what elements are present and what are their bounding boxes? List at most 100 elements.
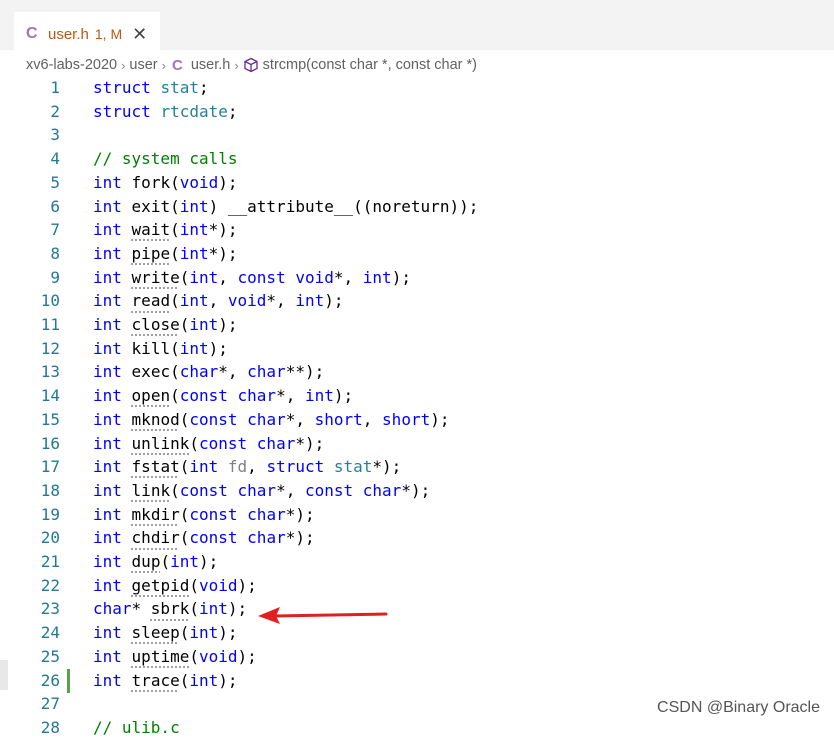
line-code: int dup(int);: [93, 552, 219, 571]
line-code: // ulib.c: [93, 717, 180, 737]
line-code: int exit(int) __attribute__((noreturn));: [93, 196, 479, 216]
line-code: int kill(int);: [93, 338, 228, 358]
code-line[interactable]: 19 int mkdir(const char*);: [0, 503, 834, 527]
breadcrumb-item-workspace[interactable]: xv6-labs-2020: [26, 57, 117, 73]
line-number: 28: [40, 717, 60, 737]
code-line[interactable]: 28 // ulib.c: [0, 716, 834, 740]
annotation-arrow: [258, 607, 388, 624]
line-code: // system calls: [93, 149, 238, 169]
c-file-icon: C: [26, 25, 38, 42]
line-number: 11: [40, 315, 60, 334]
code-line[interactable]: 15 int mknod(const char*, short, short);: [0, 408, 834, 432]
code-line[interactable]: 2 struct rtcdate;: [0, 100, 834, 124]
line-number: 19: [40, 504, 60, 524]
tab-status-badge: 1, M: [94, 26, 123, 42]
code-line[interactable]: 16 int unlink(const char*);: [0, 432, 834, 456]
tab-filename: user.h: [48, 25, 89, 43]
line-number: 16: [40, 433, 60, 453]
line-number: 12: [40, 338, 60, 358]
code-line[interactable]: 13 int exec(char*, char**);: [0, 360, 834, 384]
chevron-right-icon: ›: [121, 57, 126, 73]
code-line[interactable]: 18 int link(const char*, const char*);: [0, 479, 834, 503]
line-number: 25: [40, 646, 60, 666]
line-code: int sleep(int);: [93, 623, 238, 643]
code-line[interactable]: 25 int uptime(void);: [0, 645, 834, 669]
line-number: 10: [40, 291, 60, 311]
breadcrumb-item-folder[interactable]: user: [129, 57, 157, 73]
line-number: 7: [50, 220, 60, 240]
chevron-right-icon: ›: [161, 57, 166, 73]
code-line[interactable]: 12 int kill(int);: [0, 337, 834, 361]
code-line[interactable]: 6 int exit(int) __attribute__((noreturn))…: [0, 195, 834, 219]
line-code: int unlink(const char*);: [93, 433, 325, 453]
symbol-method-icon: [244, 57, 258, 73]
line-code: int uptime(void);: [93, 646, 257, 666]
line-number: 4: [50, 149, 60, 169]
code-line[interactable]: 5 int fork(void);: [0, 171, 834, 195]
breadcrumb-item-symbol[interactable]: strcmp(const char *, const char *): [263, 57, 477, 73]
left-edge-highlight: [0, 660, 8, 690]
line-number: 22: [40, 575, 60, 595]
code-line[interactable]: 4 // system calls: [0, 147, 834, 171]
line-code: int mkdir(const char*);: [93, 504, 315, 524]
close-icon[interactable]: ✕: [132, 24, 147, 45]
line-code: int chdir(const char*);: [93, 528, 315, 548]
code-line[interactable]: 22 int getpid(void);: [0, 574, 834, 598]
code-line[interactable]: 20 int chdir(const char*);: [0, 526, 834, 550]
code-line[interactable]: 3: [0, 123, 834, 147]
code-line[interactable]: 23 char* sbrk(int);: [0, 597, 834, 621]
line-code: int trace(int);: [93, 670, 238, 690]
line-code: struct rtcdate;: [93, 101, 238, 121]
code-line[interactable]: 11 int close(int);: [0, 313, 834, 337]
line-code: int write(int, const void*, int);: [93, 267, 411, 287]
line-code: int pipe(int*);: [93, 243, 238, 263]
line-number: 15: [40, 409, 60, 429]
line-number: 18: [40, 480, 60, 500]
line-number: 20: [40, 528, 60, 548]
code-line[interactable]: 14 int open(const char*, int);: [0, 384, 834, 408]
line-code: int getpid(void);: [93, 575, 257, 595]
code-line[interactable]: 7 int wait(int*);: [0, 218, 834, 242]
line-code: int close(int);: [93, 315, 238, 334]
code-line[interactable]: 8 int pipe(int*);: [0, 242, 834, 266]
c-file-icon: C: [171, 56, 183, 74]
line-code: struct stat;: [93, 78, 209, 97]
code-editor[interactable]: 1 struct stat; 2 struct rtcdate; 3 4 // system…: [0, 76, 834, 737]
line-code: int exec(char*, char**);: [93, 362, 325, 382]
line-number: 17: [40, 457, 60, 477]
line-number: 1: [50, 78, 60, 97]
chevron-right-icon: ›: [234, 57, 239, 73]
line-code: int open(const char*, int);: [93, 386, 354, 406]
line-number: 13: [40, 362, 60, 382]
line-number: 27: [40, 694, 60, 714]
tab-user-h[interactable]: C user.h 1, M ✕: [14, 12, 160, 56]
line-number: 2: [50, 101, 60, 121]
line-number: 14: [40, 386, 60, 406]
code-line[interactable]: 1 struct stat;: [0, 76, 834, 100]
line-number: 9: [50, 267, 60, 287]
line-code: char* sbrk(int);: [93, 599, 248, 619]
line-code: int link(const char*, const char*);: [93, 480, 431, 500]
code-line[interactable]: 26 int trace(int);: [0, 668, 834, 693]
line-number: 8: [50, 243, 60, 263]
code-line[interactable]: 21 int dup(int);: [0, 550, 834, 574]
line-code: int fork(void);: [93, 172, 238, 192]
line-number: 21: [40, 552, 60, 571]
breadcrumb-item-file[interactable]: user.h: [191, 57, 231, 73]
line-number: 6: [50, 196, 60, 216]
code-line[interactable]: 24 int sleep(int);: [0, 621, 834, 645]
line-number: 24: [40, 623, 60, 643]
tab-bar: C user.h 1, M ✕: [0, 6, 834, 56]
line-number: 23: [40, 599, 60, 619]
line-code: int mknod(const char*, short, short);: [93, 409, 450, 429]
code-line[interactable]: 10 int read(int, void*, int);: [0, 289, 834, 313]
line-code: int wait(int*);: [93, 220, 238, 240]
code-line[interactable]: 9 int write(int, const void*, int);: [0, 266, 834, 290]
code-line[interactable]: 17 int fstat(int fd, struct stat*);: [0, 455, 834, 479]
line-number: 3: [50, 125, 60, 145]
line-number: 5: [50, 172, 60, 192]
line-code: int fstat(int fd, struct stat*);: [93, 457, 402, 477]
modified-line-marker: [67, 668, 70, 693]
line-code: int read(int, void*, int);: [93, 291, 344, 311]
line-number: 26: [40, 670, 60, 690]
